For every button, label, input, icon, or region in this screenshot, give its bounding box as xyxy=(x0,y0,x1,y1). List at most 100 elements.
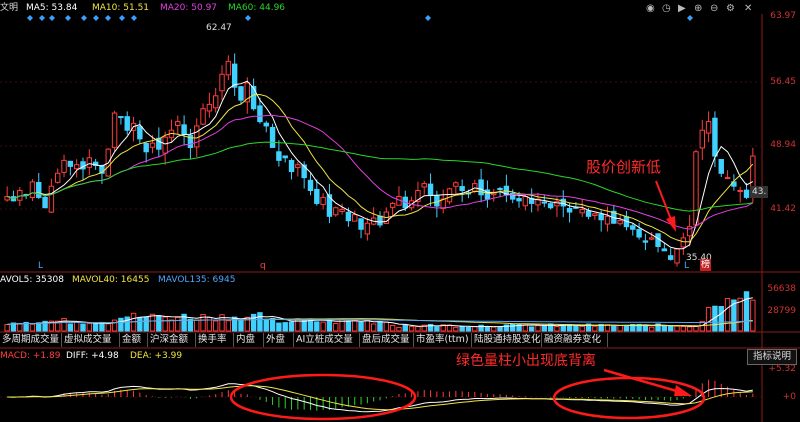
eye-icon[interactable]: ◉ xyxy=(646,3,655,14)
mavol135-legend: MAVOL135: 6945 xyxy=(158,275,236,285)
candle-body xyxy=(320,196,326,205)
candle-body xyxy=(446,188,453,203)
candle-body xyxy=(598,213,604,221)
volume-bar xyxy=(453,326,459,332)
candle-body xyxy=(358,218,364,230)
volume-bar xyxy=(522,324,529,332)
tab-after-hours-volume[interactable]: 盘后成交量 xyxy=(360,333,414,347)
volume-bar xyxy=(415,326,421,332)
volume-bar xyxy=(238,320,244,332)
volume-bar xyxy=(402,324,408,332)
candle-body xyxy=(541,201,548,204)
volume-bar xyxy=(263,318,269,332)
zoom-out-icon[interactable]: ⊖ xyxy=(710,3,718,14)
tab-pe-ttm[interactable]: 市盈率(ttm) xyxy=(414,333,472,347)
tab-amount[interactable]: 金额 xyxy=(120,333,148,347)
candle-body xyxy=(333,207,339,216)
candle-body xyxy=(200,108,206,125)
volume-bar xyxy=(326,318,333,332)
tab-ai-volume[interactable]: AI立桩成交量 xyxy=(294,333,360,347)
candle-body xyxy=(737,190,743,193)
tab-virtual-volume[interactable]: 虚拟成交量 xyxy=(62,333,120,347)
candle-body xyxy=(143,142,149,153)
history-icon[interactable]: ◷ xyxy=(662,3,671,14)
candle-body xyxy=(212,95,219,109)
volume-bar xyxy=(509,323,516,332)
candle-body xyxy=(453,182,459,187)
volume-bar xyxy=(257,312,263,332)
candle-body xyxy=(604,215,611,225)
candle-body xyxy=(667,255,674,260)
volume-bar xyxy=(143,316,149,332)
volume-bar xyxy=(554,326,560,332)
volume-bar xyxy=(364,319,371,332)
volume-bar xyxy=(156,315,162,332)
macd-legend: MACD: +1.89 xyxy=(0,351,61,361)
high-price-label: 62.47 xyxy=(206,23,232,33)
candle-body xyxy=(17,190,23,201)
candle-body xyxy=(522,196,529,207)
volume-bar xyxy=(434,326,440,332)
volume-bar xyxy=(314,321,320,332)
zoom-in-icon[interactable]: ⊕ xyxy=(694,3,702,14)
volume-bar xyxy=(370,323,377,332)
volume-bar xyxy=(124,316,130,332)
settings-icon[interactable]: ⚙ xyxy=(726,3,735,14)
signal-diamond xyxy=(687,15,693,21)
volume-bar xyxy=(592,325,598,332)
volume-bar xyxy=(617,324,623,332)
candle-body xyxy=(743,189,750,198)
candle-body xyxy=(73,164,80,170)
candle-body xyxy=(42,196,48,209)
tab-shsz-amount[interactable]: 沪深金额 xyxy=(148,333,196,347)
volume-bar xyxy=(680,326,687,332)
candle-body xyxy=(680,237,687,248)
price-arrow-head xyxy=(666,216,676,232)
play-icon[interactable]: ▶ xyxy=(678,3,686,14)
volume-bar xyxy=(686,326,693,332)
candle-body xyxy=(674,248,680,264)
candle-body xyxy=(263,122,269,127)
volume-bar xyxy=(111,319,118,332)
volume-bar xyxy=(705,307,712,332)
volume-bar xyxy=(276,322,282,332)
ma60-legend: MA60: 44.96 xyxy=(228,3,286,13)
close-icon[interactable]: ✕ xyxy=(744,3,752,14)
candle-body xyxy=(693,151,699,226)
tab-outer[interactable]: 外盘 xyxy=(264,333,294,347)
tab-inner[interactable]: 内盘 xyxy=(234,333,264,347)
volume-bar xyxy=(29,323,36,332)
candle-body xyxy=(194,125,200,148)
volume-bar xyxy=(358,321,364,332)
volume-bar xyxy=(118,317,124,332)
candle-body xyxy=(276,151,282,161)
tab-northbound-holdings[interactable]: 陆股通持股变化 xyxy=(472,333,542,347)
volume-bar xyxy=(573,325,579,332)
volume-bar xyxy=(661,325,668,332)
volume-bar xyxy=(389,325,396,332)
candle-body xyxy=(497,188,503,191)
volume-bar xyxy=(80,323,86,332)
candle-body xyxy=(288,159,295,173)
indicator-help-button[interactable]: 指标说明 xyxy=(746,349,797,365)
stock-chart-window: { "stock": {"name_fragment": "文明"}, "ma_… xyxy=(0,0,800,422)
candle-body xyxy=(206,103,213,112)
candle-body xyxy=(314,188,320,204)
last-price-label: 43. xyxy=(750,186,769,198)
signal-diamond xyxy=(49,15,55,21)
stock-name: 文明 xyxy=(0,3,19,13)
candle-body xyxy=(585,210,592,217)
diff-legend: DIFF: +4.98 xyxy=(66,351,119,361)
vol5-legend: AVOL5: 35308 xyxy=(0,275,64,285)
candle-body xyxy=(219,73,225,92)
candle-body xyxy=(699,129,705,149)
signal-diamond xyxy=(65,15,71,21)
signal-diamond xyxy=(119,15,125,21)
marker-bang: 榜 xyxy=(700,259,712,271)
volume-bar xyxy=(484,326,491,332)
tab-multi-period-volume[interactable]: 多周期成交量 xyxy=(0,333,62,347)
volume-bar xyxy=(560,324,566,332)
tab-turnover[interactable]: 换手率 xyxy=(196,333,234,347)
tab-margin-trading[interactable]: 融资融券变化 xyxy=(542,333,608,347)
volume-bar xyxy=(446,324,453,332)
